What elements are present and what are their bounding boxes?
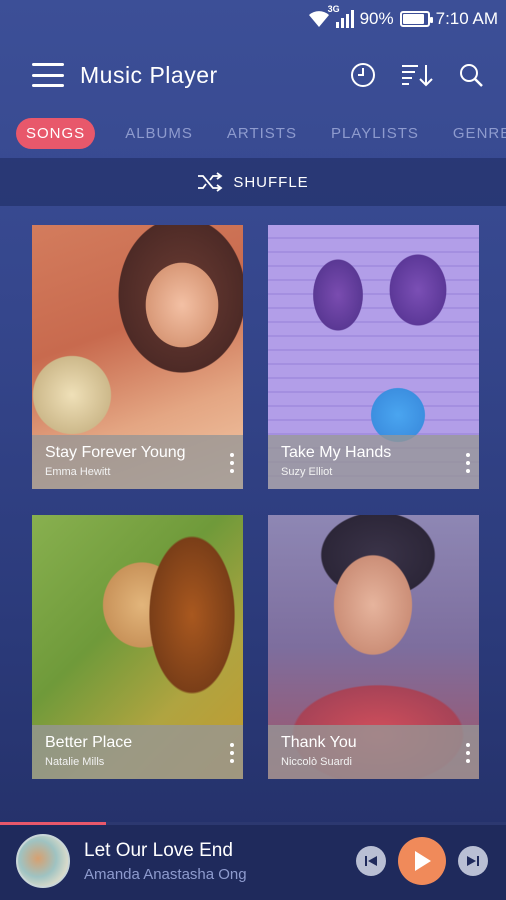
song-title: Better Place [45,734,133,751]
battery-icon [399,11,433,27]
next-button[interactable] [458,846,488,876]
song-artist: Niccolò Suardi [281,756,352,768]
network-type: 3G [327,4,340,14]
song-card[interactable]: Thank You Niccolò Suardi [268,515,479,779]
song-card[interactable]: Take My Hands Suzy Elliot [268,225,479,489]
playback-progress[interactable] [0,822,506,825]
song-title: Stay Forever Young [45,444,186,461]
cell-signal-icon: 3G [328,4,354,28]
now-playing-art [16,834,70,888]
shuffle-label: SHUFFLE [233,173,309,191]
tab-playlists[interactable]: PLAYLISTS [321,118,429,149]
song-grid: Stay Forever Young Emma Hewitt Take My H… [32,225,479,779]
shuffle-button[interactable]: SHUFFLE [0,158,506,206]
more-options-icon[interactable] [465,743,471,763]
tab-albums[interactable]: ALBUMS [115,118,203,149]
song-info: Thank You Niccolò Suardi [268,725,479,779]
play-icon [415,851,431,871]
more-options-icon[interactable] [229,743,235,763]
song-title: Thank You [281,734,357,751]
wifi-icon [308,11,329,27]
sleep-timer-icon[interactable] [350,62,376,88]
play-button[interactable] [398,837,446,885]
tab-songs[interactable]: SONGS [16,117,96,149]
song-card[interactable]: Better Place Natalie Mills [32,515,243,779]
previous-button[interactable] [356,846,386,876]
mini-player[interactable]: Let Our Love End Amanda Anastasha Ong [0,822,506,900]
song-artist: Natalie Mills [45,756,105,768]
song-artist: Emma Hewitt [45,466,111,478]
skip-next-icon [467,856,479,866]
song-info: Better Place Natalie Mills [32,725,243,779]
shuffle-icon [198,172,223,192]
battery-percent: 90% [359,9,394,28]
sort-icon[interactable] [400,62,434,88]
song-info: Take My Hands Suzy Elliot [268,435,479,489]
song-title: Take My Hands [281,444,392,461]
more-options-icon[interactable] [465,453,471,473]
clock: 7:10 AM [435,9,498,28]
app-bar: Music Player [0,38,506,112]
status-bar: 3G 90% 7:10 AM [0,0,506,38]
song-info: Stay Forever Young Emma Hewitt [32,435,243,489]
now-playing-artist: Amanda Anastasha Ong [84,865,247,883]
skip-previous-icon [365,856,377,866]
app-title: Music Player [80,61,218,88]
song-card[interactable]: Stay Forever Young Emma Hewitt [32,225,243,489]
more-options-icon[interactable] [229,453,235,473]
menu-icon[interactable] [32,63,64,87]
tab-artists[interactable]: ARTISTS [217,118,307,149]
tab-bar: SONGS ALBUMS ARTISTS PLAYLISTS GENRES [0,112,506,154]
now-playing-title: Let Our Love End [84,839,233,861]
tab-genres[interactable]: GENRES [443,118,506,149]
song-artist: Suzy Elliot [281,466,333,478]
search-icon[interactable] [458,62,484,88]
